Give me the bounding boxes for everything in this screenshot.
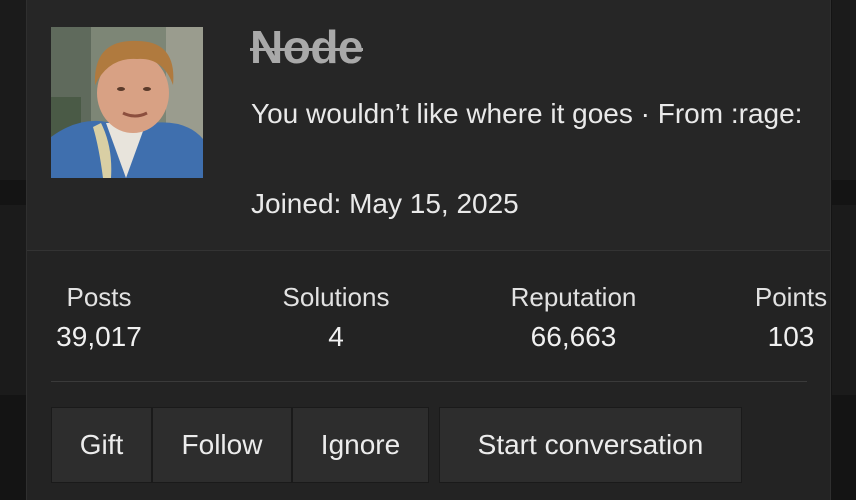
- background-panel: [832, 0, 856, 180]
- background-panel: [0, 205, 26, 395]
- ignore-button[interactable]: Ignore: [292, 407, 429, 483]
- member-stats: Posts 39,017 Solutions 4 Reputation 66,6…: [51, 280, 827, 360]
- gift-button[interactable]: Gift: [51, 407, 152, 483]
- joined-date: Joined: May 15, 2025: [251, 188, 519, 219]
- stat-label: Points: [754, 282, 828, 312]
- member-tooltip-card: Node You wouldn’t like where it goes · F…: [26, 0, 831, 500]
- divider: [51, 381, 807, 382]
- stat-label: Solutions: [282, 282, 390, 312]
- stat-value: 103: [767, 321, 815, 352]
- stat-value: 66,663: [530, 321, 617, 352]
- member-header: Node You wouldn’t like where it goes · F…: [27, 0, 830, 251]
- stat-reputation: Reputation 66,663: [501, 280, 646, 356]
- avatar[interactable]: [51, 27, 203, 178]
- user-tagline: You wouldn’t like where it goes · From :…: [251, 98, 803, 129]
- stat-label: Reputation: [510, 282, 637, 312]
- member-actions: Gift Follow Ignore Start conversation: [51, 407, 742, 483]
- stat-value: 39,017: [56, 321, 142, 352]
- stat-label: Posts: [66, 282, 132, 312]
- follow-button[interactable]: Follow: [152, 407, 292, 483]
- background-panel: [0, 0, 26, 180]
- avatar-image: [51, 27, 203, 178]
- stat-value: 4: [328, 321, 344, 352]
- stat-solutions[interactable]: Solutions 4: [251, 280, 421, 356]
- username[interactable]: Node: [250, 20, 364, 74]
- stat-points[interactable]: Points 103: [746, 280, 836, 356]
- start-conversation-button[interactable]: Start conversation: [439, 407, 742, 483]
- stat-posts[interactable]: Posts 39,017: [51, 280, 147, 356]
